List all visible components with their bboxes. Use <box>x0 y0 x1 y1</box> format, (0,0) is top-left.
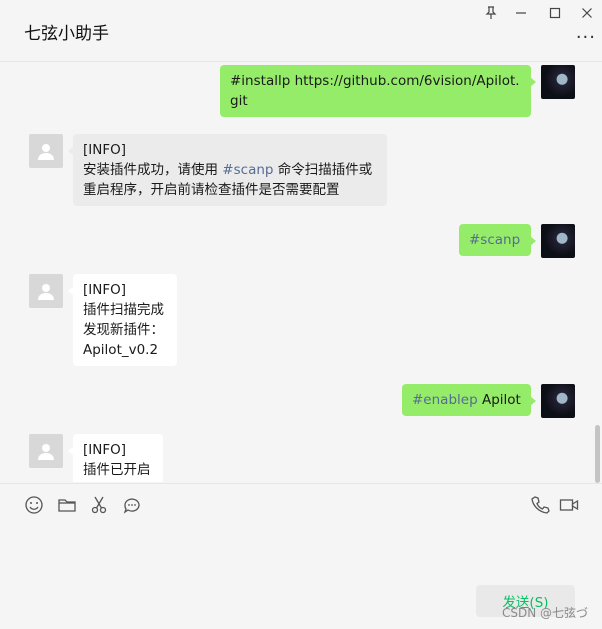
message-text: [INFO] <box>83 282 127 298</box>
bot-avatar[interactable] <box>29 134 63 168</box>
message-text: 重启程序，开启前请检查插件是否需要配置 <box>83 182 340 198</box>
message-text: 插件扫描完成 <box>83 302 164 318</box>
person-icon <box>38 284 54 300</box>
message-text: 命令扫描插件或 <box>277 162 373 178</box>
video-icon[interactable] <box>558 494 580 516</box>
message-text: [INFO] <box>83 142 127 158</box>
person-icon <box>38 444 54 460</box>
command-link[interactable]: #enablep <box>412 392 478 408</box>
command-link[interactable]: #scanp <box>222 162 273 178</box>
bot-avatar[interactable] <box>29 274 63 308</box>
message-bubble-self[interactable]: #scanp <box>459 224 536 256</box>
chat-scrollbar[interactable] <box>595 425 600 483</box>
message-text: #installp https://github.com/6vision/Api… <box>230 73 520 89</box>
message-bubble-bot[interactable]: [INFO] 插件扫描完成 发现新插件： Apilot_v0.2 <box>68 274 177 366</box>
self-avatar[interactable] <box>541 65 575 99</box>
person-icon <box>38 144 54 160</box>
phone-icon[interactable] <box>529 494 551 516</box>
message-bubble-bot[interactable]: [INFO] 插件已开启 <box>68 434 163 482</box>
pin-icon[interactable] <box>478 4 504 22</box>
message-text: git <box>230 93 248 109</box>
chat-message-list[interactable]: #installp https://github.com/6vision/Api… <box>0 62 602 482</box>
chat-bubble-icon[interactable] <box>121 494 143 516</box>
chat-header: 七弦小助手 ··· <box>0 0 602 62</box>
chat-title: 七弦小助手 <box>24 24 109 44</box>
bot-avatar[interactable] <box>29 434 63 468</box>
message-bubble-bot[interactable]: [INFO] 安装插件成功，请使用 #scanp 命令扫描插件或 重启程序，开启… <box>68 134 387 206</box>
message-text: [INFO] <box>83 442 127 458</box>
self-avatar[interactable] <box>541 384 575 418</box>
watermark-text: CSDN @七弦づ <box>501 606 588 620</box>
message-input-area[interactable]: 发送(S) CSDN @七弦づ <box>0 483 602 629</box>
scissors-icon[interactable] <box>88 494 110 516</box>
folder-icon[interactable] <box>56 494 78 516</box>
message-text: 发现新插件： <box>83 322 164 338</box>
command-link[interactable]: #scanp <box>469 232 520 248</box>
message-text: Apilot <box>481 392 521 408</box>
minimize-icon[interactable] <box>508 4 534 22</box>
close-icon[interactable] <box>574 4 600 22</box>
message-bubble-self[interactable]: #installp https://github.com/6vision/Api… <box>220 65 536 117</box>
more-icon[interactable]: ··· <box>576 27 596 48</box>
message-text: 安装插件成功，请使用 <box>83 162 218 178</box>
message-text: 插件已开启 <box>83 462 151 478</box>
message-bubble-self[interactable]: #enablep Apilot <box>402 384 536 416</box>
maximize-icon[interactable] <box>542 4 568 22</box>
self-avatar[interactable] <box>541 224 575 258</box>
message-text: Apilot_v0.2 <box>83 342 159 358</box>
emoji-icon[interactable] <box>23 494 45 516</box>
